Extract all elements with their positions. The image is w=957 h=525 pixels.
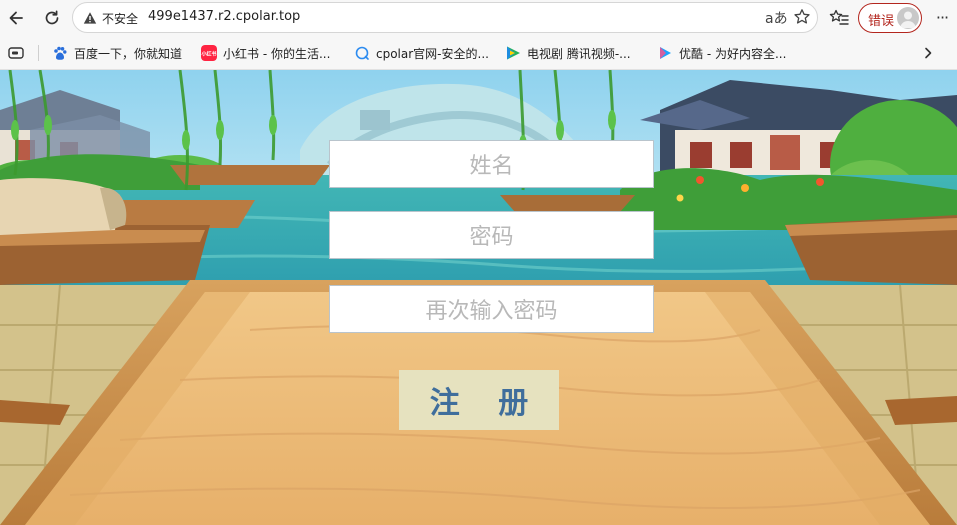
- baidu-paw-icon: [54, 46, 67, 60]
- chevron-right-icon[interactable]: [921, 46, 935, 60]
- cpolar-icon: [355, 46, 369, 60]
- bookmark-label: 电视剧 腾讯视频-...: [527, 46, 631, 61]
- favorites-icon[interactable]: [828, 7, 850, 29]
- browser-toolbar: 不安全 499e1437.r2.cpolar.top aあ 错误 ···: [0, 0, 957, 36]
- reload-button[interactable]: [40, 6, 64, 30]
- bookmarks-bar: 百度一下，你就知道 小红书 小红书 - 你的生活... cpolar官网-安全的…: [0, 36, 957, 70]
- user-avatar-icon: [900, 11, 916, 28]
- more-menu-icon[interactable]: ···: [932, 8, 952, 28]
- back-button[interactable]: [4, 6, 28, 30]
- bookmark-youku[interactable]: 优酷 - 为好内容全...: [657, 44, 786, 62]
- bookmark-label: 优酷 - 为好内容全...: [679, 46, 787, 61]
- tencent-video-icon: [507, 46, 520, 60]
- back-arrow-icon: [9, 11, 23, 25]
- bookmark-tencent-video[interactable]: 电视剧 腾讯视频-...: [505, 44, 631, 62]
- avatar: [897, 7, 919, 29]
- password-placeholder: 密码: [469, 225, 514, 250]
- name-input[interactable]: 姓名: [329, 140, 654, 188]
- star-icon[interactable]: [793, 8, 811, 26]
- security-status-label[interactable]: 不安全: [102, 10, 138, 27]
- error-profile-button[interactable]: 错误: [858, 3, 922, 33]
- xiaohongshu-icon: 小红书: [201, 45, 217, 61]
- register-button[interactable]: 注 册: [399, 370, 559, 430]
- bookmark-xiaohongshu[interactable]: 小红书 小红书 - 你的生活...: [201, 44, 330, 62]
- tab-actions-icon[interactable]: [8, 46, 24, 60]
- bookmark-label: 小红书 - 你的生活...: [223, 46, 331, 61]
- read-aloud-icon[interactable]: aあ: [765, 8, 788, 28]
- error-label: 错误: [868, 14, 895, 29]
- reload-icon: [45, 10, 59, 25]
- password-input[interactable]: 密码: [329, 211, 654, 259]
- bookmark-baidu[interactable]: 百度一下，你就知道: [52, 44, 182, 62]
- address-bar[interactable]: 不安全 499e1437.r2.cpolar.top aあ: [72, 2, 818, 33]
- page-viewport: 姓名 密码 再次输入密码 注 册: [0, 70, 957, 525]
- bookmarks-divider: [38, 45, 39, 61]
- confirm-password-input[interactable]: 再次输入密码: [329, 285, 654, 333]
- warning-triangle-icon[interactable]: [83, 11, 97, 25]
- bookmark-label: cpolar官网-安全的...: [376, 46, 489, 61]
- confirm-password-placeholder: 再次输入密码: [425, 299, 558, 324]
- bookmark-cpolar[interactable]: cpolar官网-安全的...: [354, 44, 489, 62]
- bookmark-label: 百度一下，你就知道: [74, 46, 183, 61]
- name-placeholder: 姓名: [469, 154, 514, 179]
- svg-text:小红书: 小红书: [201, 51, 216, 58]
- url-text[interactable]: 499e1437.r2.cpolar.top: [148, 9, 300, 24]
- youku-icon: [660, 47, 671, 59]
